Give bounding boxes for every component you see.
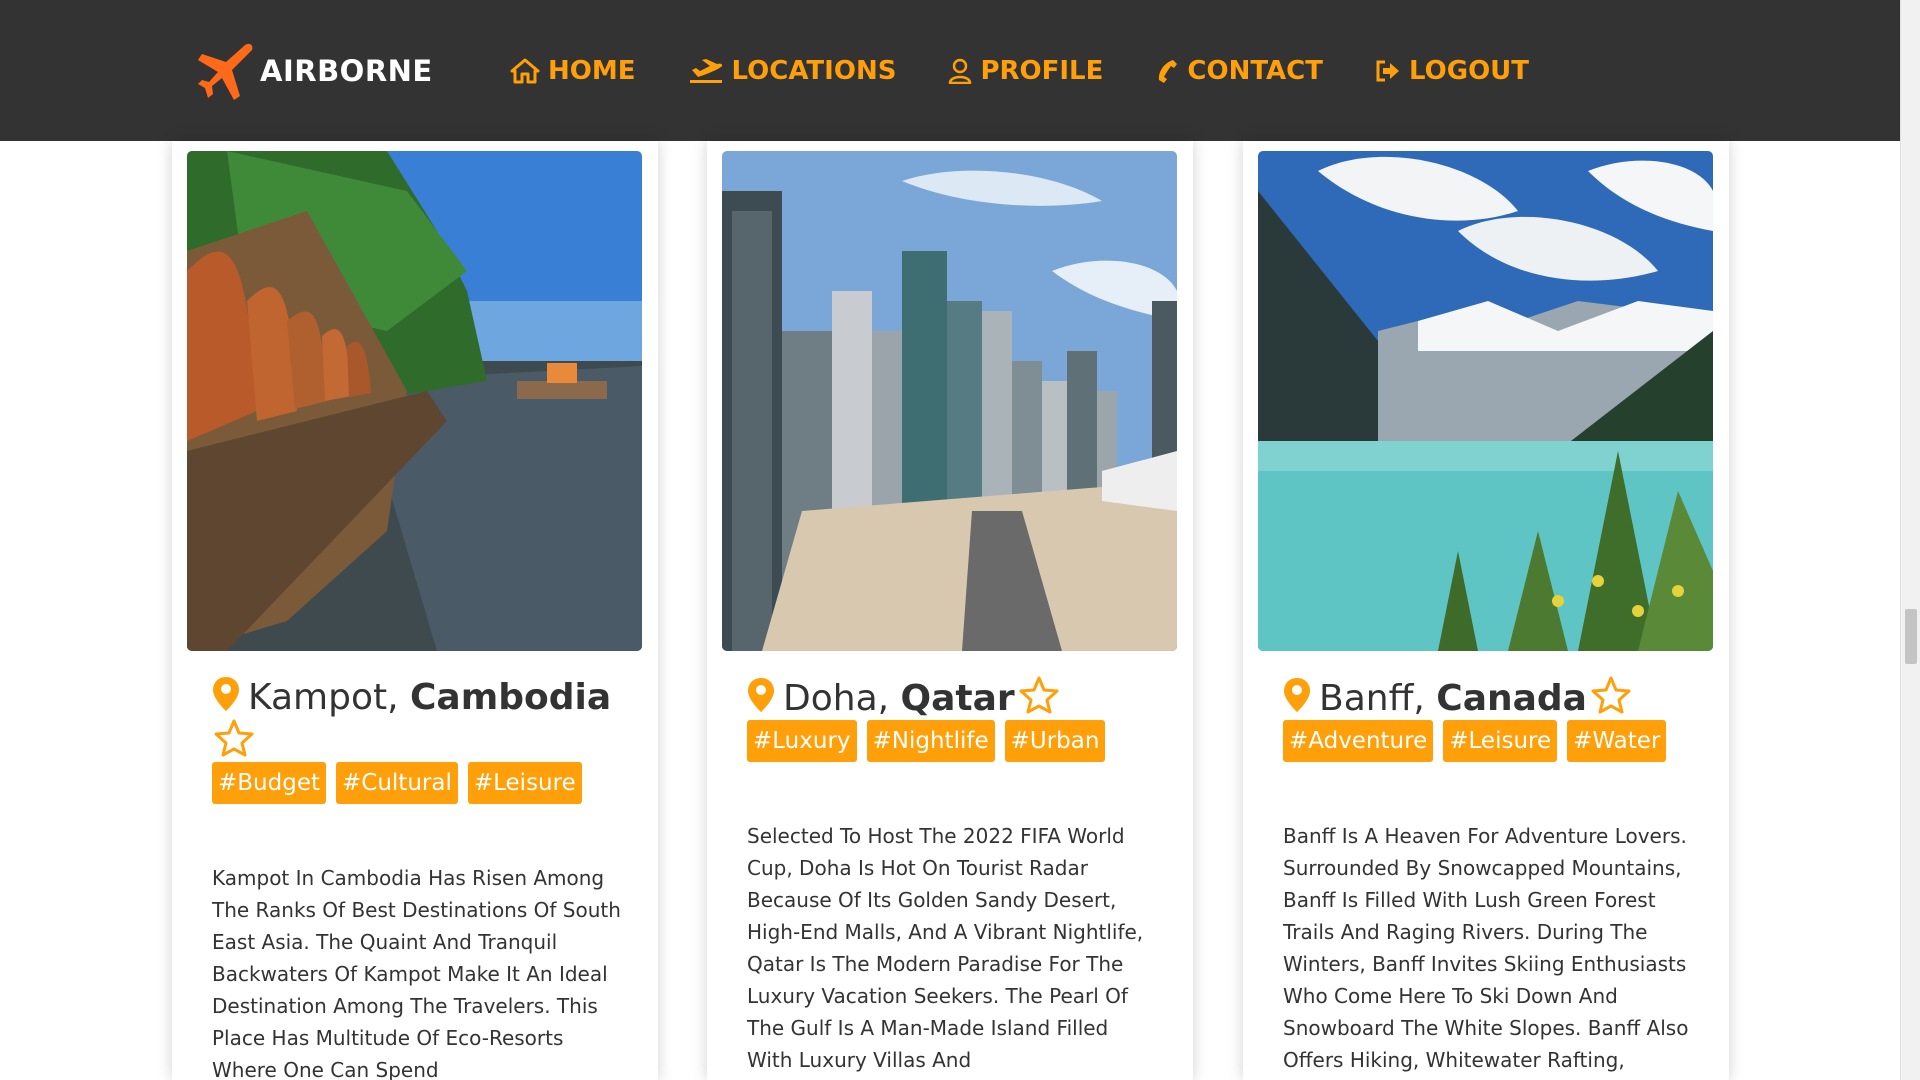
user-icon [949, 58, 972, 84]
nav-home[interactable]: HOME [510, 56, 636, 86]
top-navbar: AIRBORNE HOME LOCATIONS PROFILE CONTACT … [0, 0, 1900, 141]
nav-logout[interactable]: LOGOUT [1375, 56, 1529, 86]
logout-icon [1376, 60, 1399, 82]
map-pin-icon [213, 677, 239, 711]
tag-nightlife[interactable]: #Nightlife [866, 720, 995, 762]
country-name: Cambodia [410, 677, 612, 718]
brand-logo[interactable]: AIRBORNE [196, 40, 433, 102]
tag-cultural[interactable]: #Cultural [336, 762, 458, 804]
tag-adventure[interactable]: #Adventure [1283, 720, 1434, 762]
nav-contact[interactable]: CONTACT [1155, 56, 1323, 86]
destination-photo [187, 151, 642, 651]
favorite-star-icon[interactable] [214, 719, 254, 757]
map-pin-icon [1284, 678, 1310, 712]
plane-departure-icon [689, 59, 722, 83]
destination-title: Doha, Qatar [747, 676, 1167, 720]
airplane-logo-icon [198, 43, 253, 100]
destination-description: Selected To Host The 2022 FIFA World Cup… [747, 824, 1144, 1072]
page-scrollbar[interactable] [1900, 0, 1920, 1080]
nav-locations[interactable]: LOCATIONS [688, 56, 897, 86]
tag-urban[interactable]: #Urban [1004, 720, 1106, 762]
nav-home-label: HOME [548, 56, 636, 86]
tag-leisure[interactable]: #Leisure [1443, 720, 1558, 762]
city-name: Kampot, [248, 677, 399, 718]
destination-card-kampot[interactable]: Kampot, Cambodia #Budget #Cultural #Leis… [172, 141, 658, 1080]
tag-list: #Luxury #Nightlife #Urban [747, 720, 1115, 762]
destination-card-banff[interactable]: Banff, Canada #Adventure #Leisure #Water… [1243, 141, 1729, 1080]
favorite-star-icon[interactable] [1019, 676, 1059, 714]
tag-water[interactable]: #Water [1567, 720, 1667, 762]
destination-photo [1258, 151, 1713, 651]
tag-list: #Adventure #Leisure #Water [1283, 720, 1676, 762]
home-icon [510, 58, 540, 84]
destination-card-doha[interactable]: Doha, Qatar #Luxury #Nightlife #Urban Se… [707, 141, 1193, 1080]
brand-name: AIRBORNE [260, 54, 433, 88]
scrollbar-thumb[interactable] [1905, 609, 1917, 664]
tag-list: #Budget #Cultural #Leisure [212, 762, 592, 804]
main-nav: HOME LOCATIONS PROFILE CONTACT LOGOUT [510, 56, 1581, 86]
favorite-star-icon[interactable] [1591, 676, 1631, 714]
destination-title: Banff, Canada [1283, 676, 1703, 720]
tag-luxury[interactable]: #Luxury [747, 720, 857, 762]
destination-description: Kampot In Cambodia Has Risen Among The R… [212, 866, 621, 1080]
destination-title: Kampot, Cambodia [212, 676, 632, 763]
country-name: Qatar [900, 678, 1015, 719]
nav-profile[interactable]: PROFILE [948, 56, 1103, 86]
tag-leisure[interactable]: #Leisure [467, 762, 582, 804]
nav-contact-label: CONTACT [1187, 56, 1323, 86]
city-name: Banff, [1319, 678, 1425, 719]
nav-logout-label: LOGOUT [1409, 56, 1530, 86]
phone-icon [1159, 60, 1178, 83]
map-pin-icon [748, 678, 774, 712]
destination-photo [722, 151, 1177, 651]
nav-locations-label: LOCATIONS [731, 56, 897, 86]
destination-description: Banff Is A Heaven For Adventure Lovers. … [1283, 824, 1689, 1072]
city-name: Doha, [783, 678, 890, 719]
tag-budget[interactable]: #Budget [212, 762, 326, 804]
nav-profile-label: PROFILE [980, 56, 1104, 86]
country-name: Canada [1436, 678, 1587, 719]
